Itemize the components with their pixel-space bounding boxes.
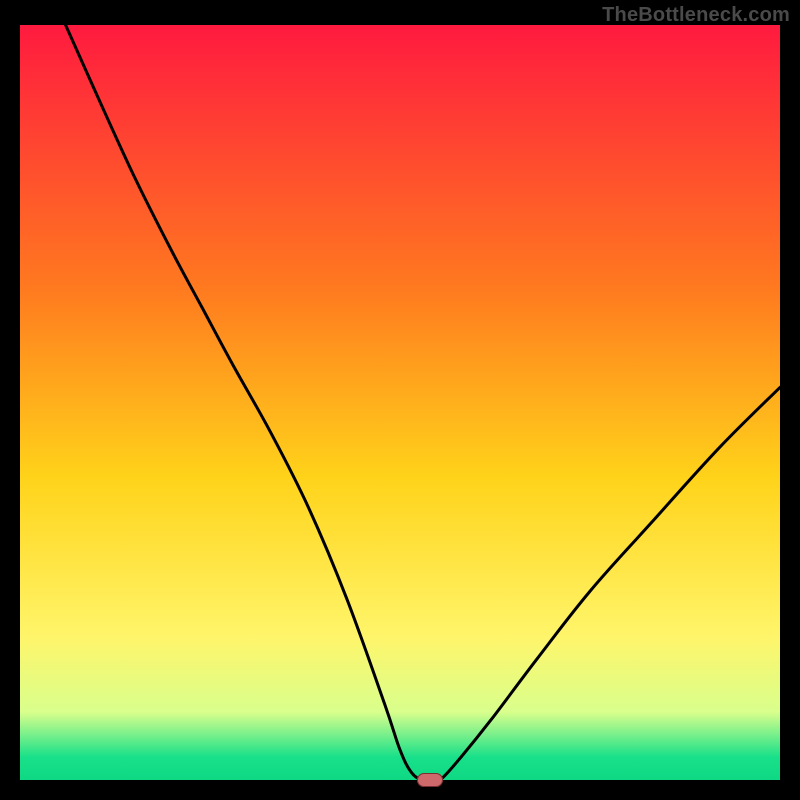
plot-svg — [20, 25, 780, 780]
plot-area — [20, 25, 780, 780]
watermark-text: TheBottleneck.com — [602, 4, 790, 27]
gradient-background — [20, 25, 780, 780]
chart-frame: TheBottleneck.com — [0, 0, 800, 800]
